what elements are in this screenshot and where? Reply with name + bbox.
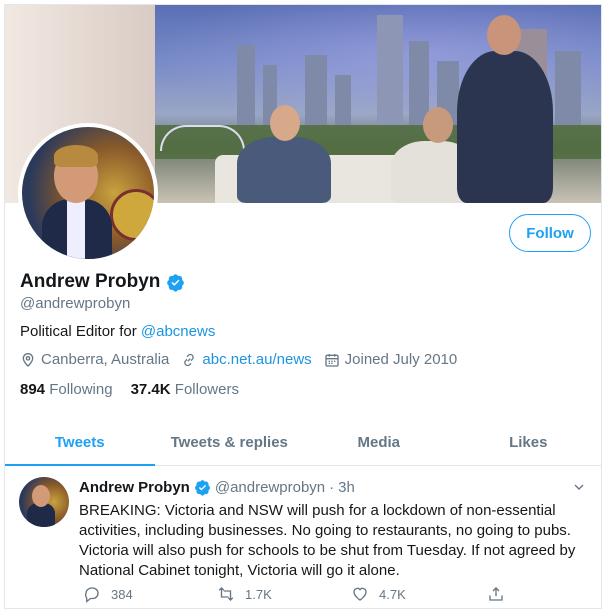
reply-count: 384 [111,586,133,602]
profile-bio: Political Editor for @abcnews [20,323,215,340]
calendar-icon [324,353,339,367]
tab-likes[interactable]: Likes [454,420,602,465]
reply-button[interactable]: 384 [83,585,133,603]
verified-badge-icon [194,480,210,496]
drum-graphic [110,189,154,241]
profile-avatar[interactable] [18,123,158,263]
reply-icon [85,587,99,603]
tweet-author-name[interactable]: Andrew Probyn [79,479,190,496]
follow-button[interactable]: Follow [509,214,591,252]
profile-page: Follow Andrew Probyn @andrewprobyn Polit… [4,4,602,609]
tab-media[interactable]: Media [304,420,454,465]
retweet-icon [218,587,234,601]
tweet-header: Andrew Probyn @andrewprobyn · 3h [79,479,355,496]
following-stat[interactable]: 894 Following [20,381,113,398]
location-item: Canberra, Australia [20,351,169,368]
link-icon [184,353,195,366]
location-pin-icon [22,352,34,367]
following-count: 894 [20,381,46,398]
share-button[interactable] [487,585,505,603]
joined-text: Joined July 2010 [344,351,458,368]
following-label: Following [49,381,113,398]
tab-tweets[interactable]: Tweets [5,420,155,466]
followers-stat[interactable]: 37.4K Followers [131,381,239,398]
like-count: 4.7K [379,586,406,602]
profile-tabs: Tweets Tweets & replies Media Likes [5,420,602,466]
retweet-button[interactable]: 1.7K [217,585,272,603]
retweet-count: 1.7K [245,586,272,602]
tweet[interactable]: Andrew Probyn @andrewprobyn · 3h BREAKIN… [5,467,601,608]
followers-label: Followers [174,381,239,398]
verified-badge-icon [167,273,185,292]
website-link[interactable]: abc.net.au/news [202,351,311,368]
profile-name-row: Andrew Probyn [20,271,185,293]
tweet-separator: · [329,479,335,496]
share-icon [489,587,503,601]
profile-name: Andrew Probyn [20,271,161,292]
tweet-avatar[interactable] [19,477,69,527]
tweet-author-handle[interactable]: @andrewprobyn [215,479,325,496]
profile-handle: @andrewprobyn [20,295,131,312]
bio-mention-link[interactable]: @abcnews [141,323,215,340]
chevron-down-icon[interactable] [571,479,587,495]
tweet-actions: 384 1.7K 4.7K [79,585,503,605]
tweet-text: BREAKING: Victoria and NSW will push for… [79,502,576,579]
like-button[interactable]: 4.7K [351,585,406,603]
joined-item: Joined July 2010 [324,351,458,368]
follow-counts: 894 Following 37.4K Followers [20,381,239,398]
profile-meta: Canberra, Australia abc.net.au/news Join… [20,351,463,368]
tab-tweets-replies[interactable]: Tweets & replies [155,420,305,465]
website-item: abc.net.au/news [181,351,312,368]
tweet-time[interactable]: 3h [338,479,355,496]
like-icon [353,587,367,601]
bio-text: Political Editor for [20,323,141,340]
followers-count: 37.4K [130,381,171,398]
location-text: Canberra, Australia [41,351,170,368]
